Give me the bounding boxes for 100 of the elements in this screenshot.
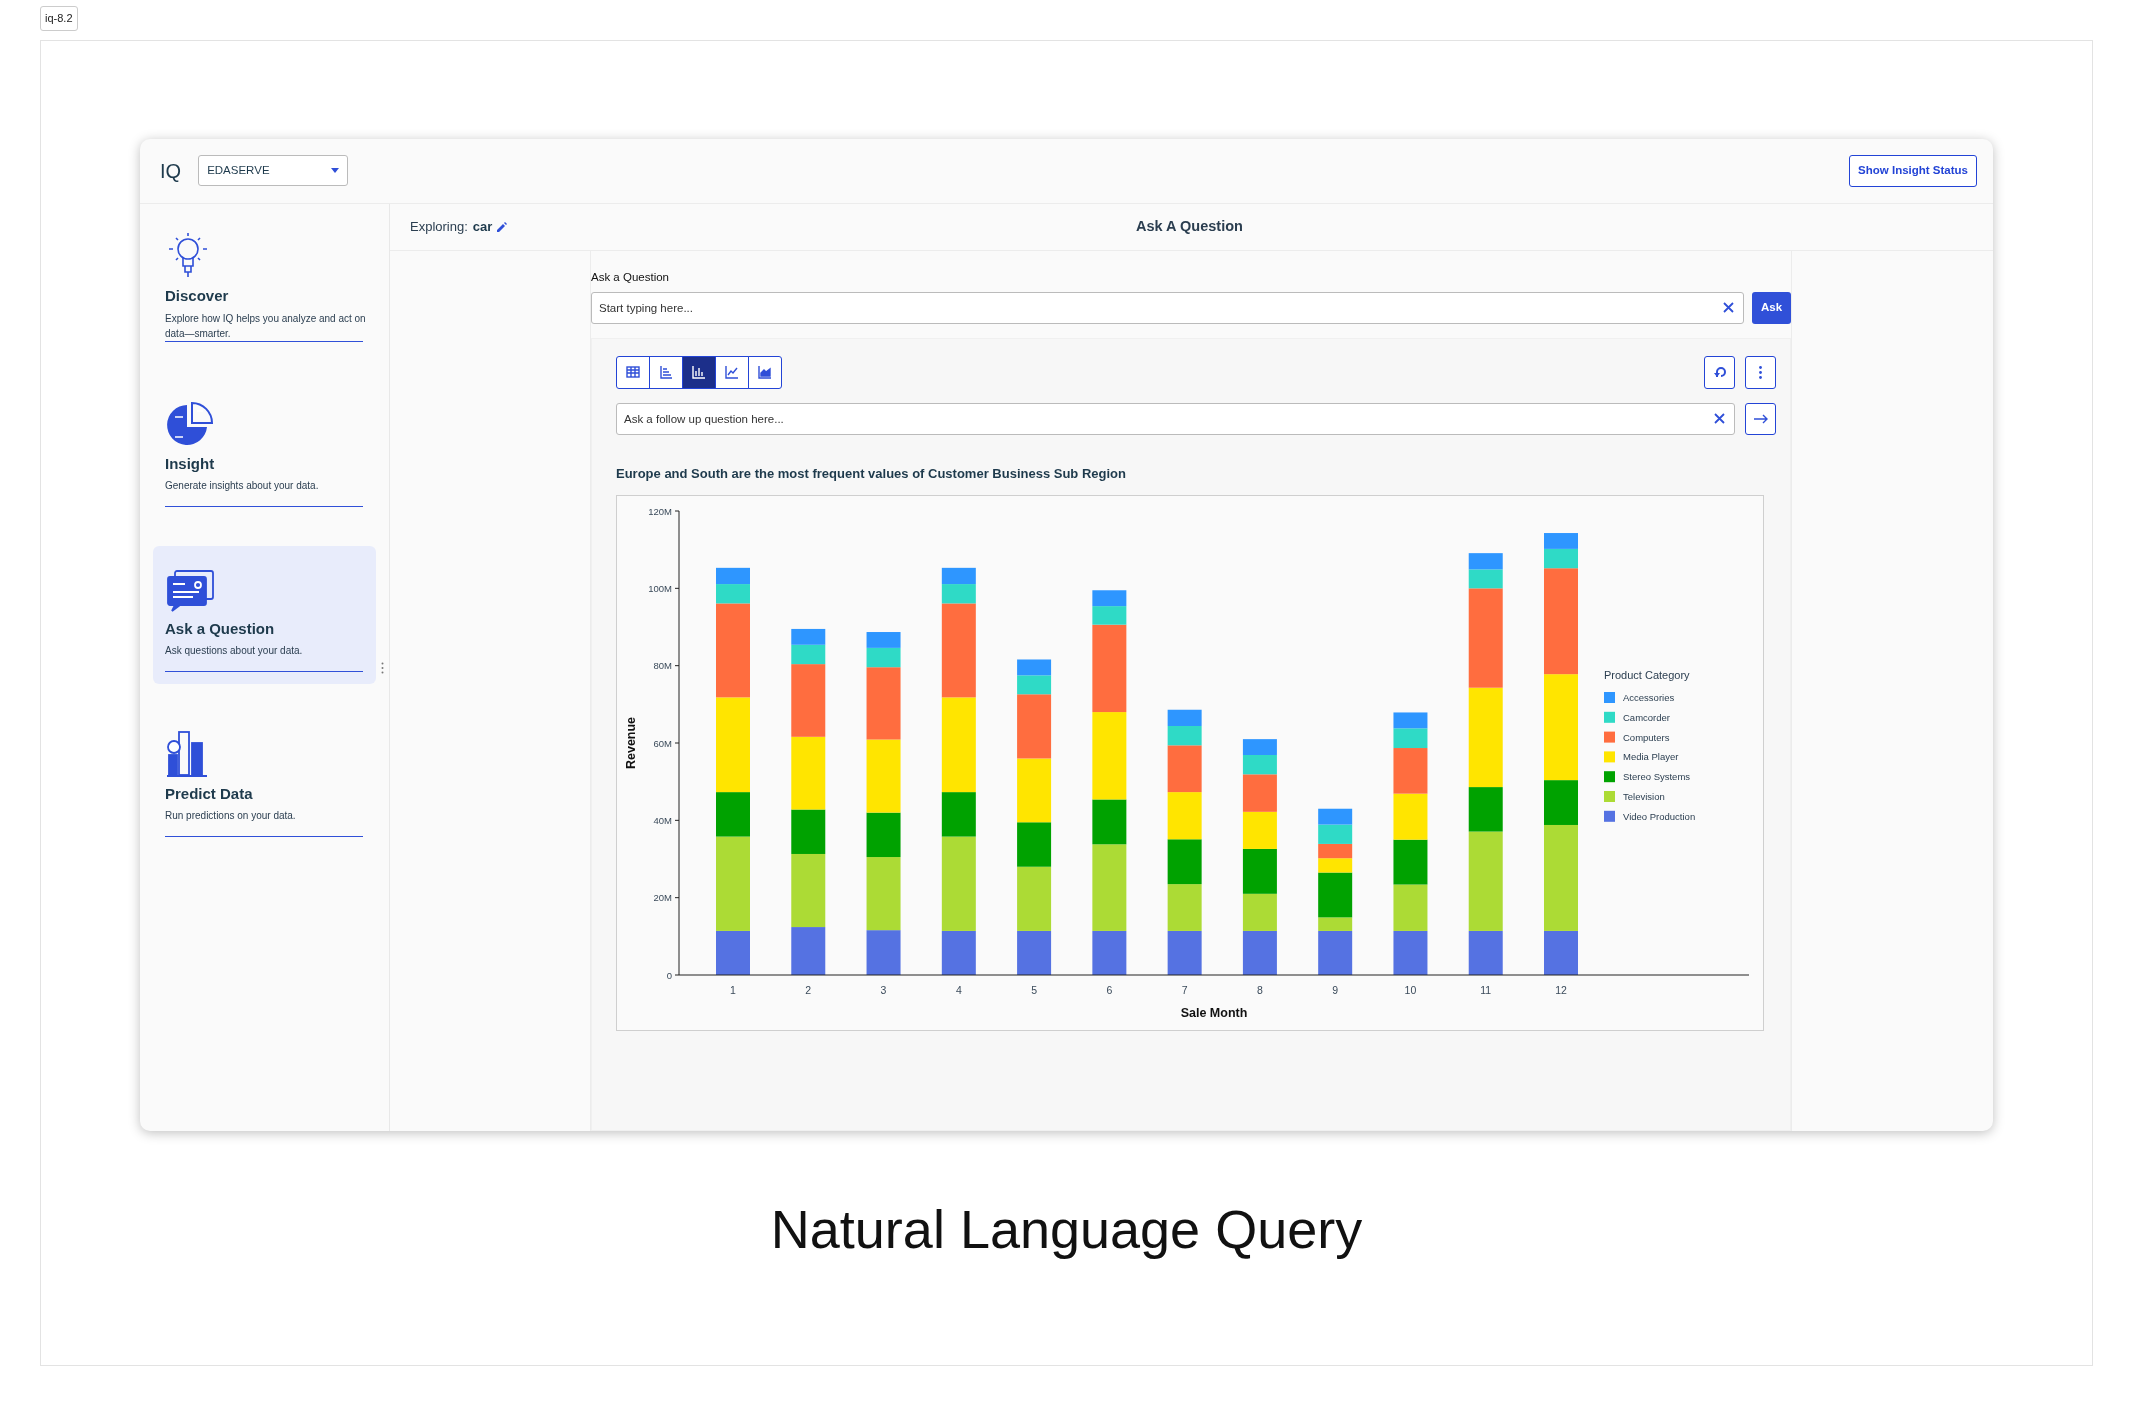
y-tick-label: 120M <box>648 505 672 517</box>
x-tick-label: 4 <box>955 984 962 997</box>
ask-button[interactable]: Ask <box>1752 291 1791 324</box>
x-tick-label: 3 <box>880 984 887 997</box>
bar-segment <box>1242 739 1277 756</box>
nav-item-description: Generate insights about your data. <box>165 479 320 493</box>
caption: Natural Language Query <box>770 1197 1363 1261</box>
nav-item-title: Ask a Question <box>165 618 276 639</box>
follow-up-input[interactable]: Ask a follow up question here... <box>616 402 1735 435</box>
sidebar-nav-item[interactable]: Predict Data Run predictions on your data. <box>153 710 376 849</box>
chart-type-tab[interactable] <box>616 355 650 389</box>
legend-label: Television <box>1623 791 1665 803</box>
sidebar-nav-item[interactable]: Ask a Question Ask questions about your data. <box>153 545 376 684</box>
x-tick-label: 2 <box>805 984 812 997</box>
bar-segment <box>1167 710 1202 727</box>
y-tick-label: 100M <box>648 583 672 595</box>
bar-segment <box>1242 812 1277 850</box>
chart-type-tab[interactable] <box>682 355 716 389</box>
caret-icon <box>331 168 340 173</box>
workspace-select[interactable]: EDASERVE <box>198 155 349 186</box>
close-icon[interactable] <box>1714 413 1725 425</box>
nav-item-description: Ask questions about your data. <box>165 644 304 658</box>
x-axis-title: Sale Month <box>1180 1006 1248 1021</box>
x-tick-label: 11 <box>1480 984 1492 997</box>
legend-label: Computers <box>1623 731 1670 743</box>
version-tag: iq-8.2 <box>40 6 78 31</box>
more-options-button[interactable] <box>1745 355 1776 389</box>
bar-segment <box>1017 659 1052 676</box>
nav-item-title: Predict Data <box>165 783 254 804</box>
x-tick-label: 1 <box>730 984 736 997</box>
table-icon <box>625 364 641 381</box>
nav-item-description: Explore how IQ helps you analyze and act on data—smarter. <box>165 311 367 341</box>
chart-type-tab[interactable] <box>748 355 782 389</box>
legend-title: Product Category <box>1604 669 1690 682</box>
pencil-icon[interactable] <box>497 221 508 232</box>
bar-segment <box>1242 894 1277 932</box>
bar-segment <box>941 568 976 585</box>
bar-segment <box>1092 590 1127 607</box>
x-tick-label: 12 <box>1555 984 1567 997</box>
dataset-name: car <box>472 217 493 236</box>
arrow-right-icon <box>1753 413 1768 424</box>
area-chart-icon <box>757 364 773 381</box>
x-tick-label: 5 <box>1031 984 1037 997</box>
nav-item-title: Discover <box>165 286 230 306</box>
y-tick-label: 40M <box>653 815 672 827</box>
bar-segment <box>1318 844 1353 859</box>
x-tick-label: 10 <box>1404 984 1417 997</box>
bar-segment <box>1318 824 1353 845</box>
undo-icon <box>1712 365 1727 380</box>
y-tick-label: 20M <box>653 892 672 904</box>
legend-label: Stereo Systems <box>1623 771 1691 783</box>
y-tick-label: 60M <box>653 737 672 749</box>
resize-handle-icon[interactable] <box>381 661 384 674</box>
legend-label: Camcorder <box>1623 712 1670 724</box>
page-title: Ask A Question <box>1136 216 1243 236</box>
bar-segment <box>1242 931 1277 976</box>
bar-segment <box>1167 792 1202 840</box>
x-tick-label: 9 <box>1332 984 1339 997</box>
line-chart-icon <box>724 364 740 381</box>
bar-segment <box>1393 839 1428 885</box>
bar-segment <box>1167 839 1202 885</box>
refresh-button[interactable] <box>1704 355 1735 389</box>
legend-label: Video Production <box>1623 811 1696 823</box>
bar-segment <box>1468 553 1503 570</box>
y-tick-label: 80M <box>653 660 672 672</box>
y-axis-title: Revenue <box>624 717 638 770</box>
y-tick-label: 0 <box>666 969 672 981</box>
sidebar-nav-item[interactable]: Discover Explore how IQ helps you analyze and act on data—smarter. <box>153 215 376 354</box>
bar-segment <box>866 632 901 649</box>
x-tick-label: 6 <box>1106 984 1113 997</box>
insight-title: Europe and South are the most frequent values of Customer Business Sub Region <box>616 464 1127 483</box>
bar-segment <box>1167 931 1202 976</box>
question-label: Ask a Question <box>591 269 670 285</box>
nav-item-title: Insight <box>165 453 216 474</box>
chart-type-tab[interactable] <box>715 355 749 389</box>
horizontal-bars-icon <box>658 364 674 381</box>
bar-segment <box>716 568 750 585</box>
bar-segment <box>1393 793 1428 840</box>
bar-segment <box>1167 884 1202 932</box>
bar-chart-icon <box>691 364 707 381</box>
chart-type-tab[interactable] <box>649 355 683 389</box>
chat-window-icon <box>165 567 217 614</box>
bar-segment <box>1318 809 1353 825</box>
close-icon[interactable] <box>1723 302 1734 314</box>
more-options-icon <box>1759 365 1762 379</box>
legend-label: Media Player <box>1623 751 1679 763</box>
app-logo: IQ <box>160 158 182 184</box>
nav-item-description: Run predictions on your data. <box>165 809 297 823</box>
show-insight-status-button[interactable]: Show Insight Status <box>1849 154 1977 187</box>
bar-segment <box>1242 849 1277 895</box>
bar-segment <box>1544 533 1578 550</box>
x-tick-label: 7 <box>1181 984 1188 997</box>
question-input[interactable]: Start typing here... <box>591 291 1744 324</box>
submit-button[interactable] <box>1745 402 1776 435</box>
bar-segment <box>1393 712 1428 729</box>
x-tick-label: 8 <box>1257 984 1263 997</box>
sidebar-nav-item[interactable]: Insight Generate insights about your data. <box>153 380 376 519</box>
bar-segment <box>1393 931 1428 976</box>
exploring-label: Exploring: <box>410 217 468 236</box>
bar-segment <box>1393 884 1428 932</box>
